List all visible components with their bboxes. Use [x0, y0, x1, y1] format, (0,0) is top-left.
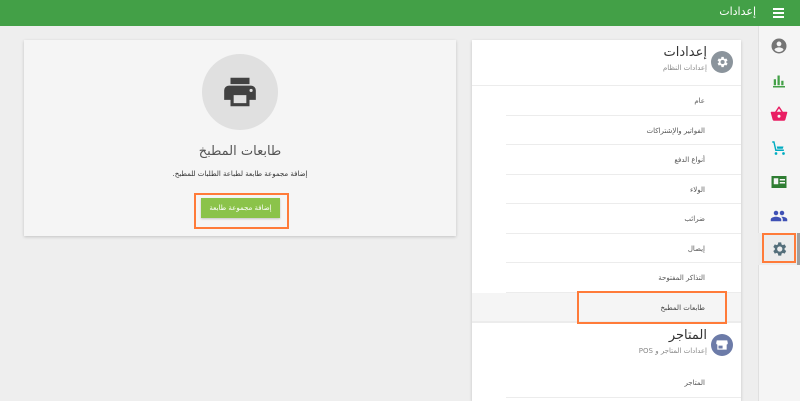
settings-item-label: التذاكر المفتوحة [658, 274, 705, 282]
settings-item-label: عام [694, 97, 705, 105]
side-navigation-rail [758, 26, 800, 401]
settings-item-label: الولاء [690, 185, 705, 194]
rail-item-account[interactable] [758, 30, 800, 62]
settings-section-subtitle: إعدادات النظام [662, 64, 707, 72]
page-title: إعدادات [719, 5, 756, 18]
settings-menu-list: عام الفواتير والإشتراكات أنواع الدفع الو… [472, 86, 741, 322]
settings-item-label: المتاجر [684, 379, 705, 387]
settings-section-header: إعدادات إعدادات النظام [472, 40, 741, 86]
stores-section-title: المتاجر [668, 328, 707, 343]
settings-item-label: الفواتير والإشتراكات [646, 126, 706, 135]
rail-item-delivery[interactable] [758, 132, 800, 164]
printer-icon [202, 54, 278, 130]
settings-rail-highlight [762, 233, 796, 263]
settings-item-taxes[interactable]: ضرائب [506, 204, 741, 234]
bar-chart-icon [773, 75, 785, 88]
kitchen-printers-title: طابعات المطبخ [198, 144, 282, 159]
settings-item-payment-types[interactable]: أنواع الدفع [506, 145, 741, 175]
rail-item-reports[interactable] [758, 64, 800, 96]
settings-item-open-tickets[interactable]: التذاكر المفتوحة [506, 263, 741, 293]
kitchen-printers-description: إضافة مجموعة طابعة لطباعة الطلبات للمطبخ… [172, 170, 308, 178]
settings-item-loyalty[interactable]: الولاء [506, 175, 741, 204]
settings-item-label: أنواع الدفع [674, 156, 705, 164]
stores-section-subtitle: إعدادات المتاجر و POS [638, 347, 707, 355]
hamburger-menu-icon[interactable] [773, 6, 784, 20]
rail-item-employees[interactable] [758, 200, 800, 232]
basket-icon [770, 106, 788, 121]
settings-item-general[interactable]: عام [506, 86, 741, 116]
settings-item-billing[interactable]: الفواتير والإشتراكات [506, 116, 741, 145]
kitchen-printers-highlight [577, 291, 727, 324]
settings-menu-card: إعدادات إعدادات النظام عام الفواتير والإ… [472, 40, 741, 401]
settings-gear-icon [711, 51, 733, 73]
add-button-highlight [194, 193, 289, 229]
stores-section-header: المتاجر إعدادات المتاجر و POS [472, 322, 741, 368]
contact-card-icon [771, 176, 787, 188]
delivery-cart-icon [772, 141, 785, 155]
settings-item-label: إيصال [687, 244, 705, 253]
settings-section-title: إعدادات [663, 45, 707, 60]
store-icon [711, 334, 733, 356]
settings-item-stores[interactable]: المتاجر [506, 368, 741, 398]
rail-item-orders[interactable] [758, 98, 800, 130]
account-circle-icon [771, 38, 787, 54]
settings-item-label: ضرائب [684, 215, 705, 223]
rail-item-customers[interactable] [758, 166, 800, 198]
people-icon [770, 210, 788, 222]
settings-item-receipt[interactable]: إيصال [506, 234, 741, 263]
top-app-bar: إعدادات [0, 0, 800, 26]
